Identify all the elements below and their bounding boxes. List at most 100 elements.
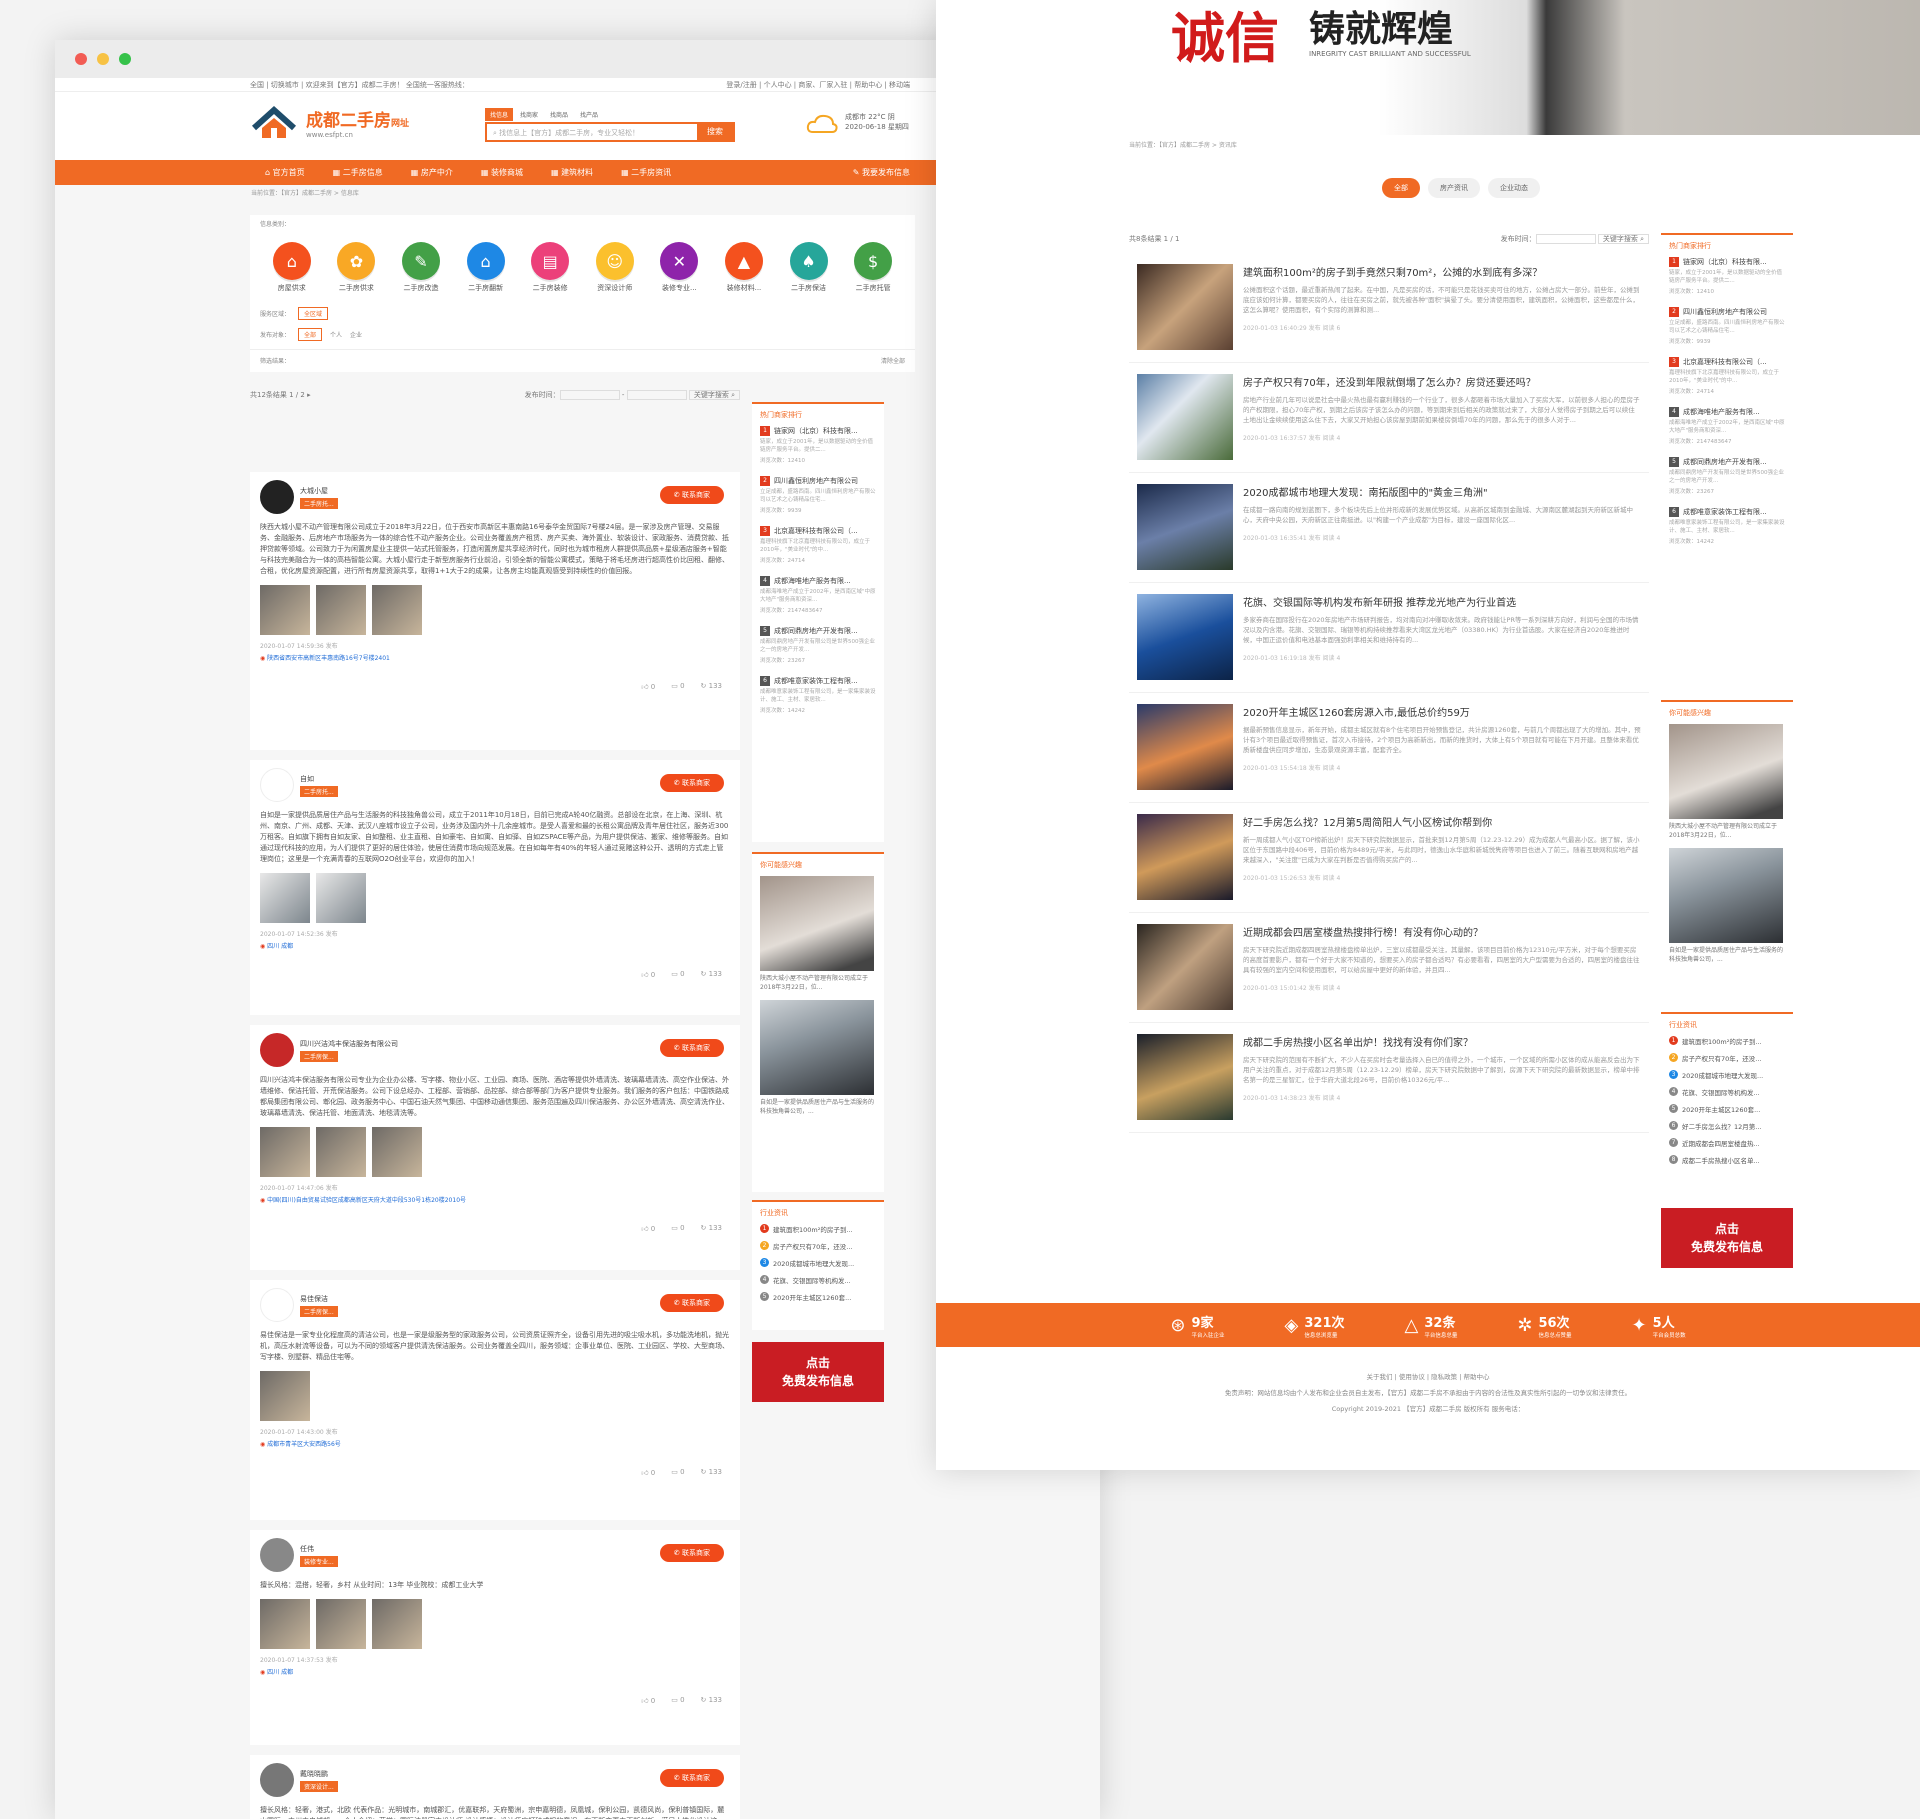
share-action[interactable]: ↻ 133 <box>701 1224 722 1233</box>
card-name[interactable]: 任伟 <box>300 1544 338 1554</box>
site-logo[interactable]: 成都二手房网址 www.esfpt.cn <box>250 102 409 142</box>
like-image-bedroom[interactable] <box>760 876 874 971</box>
right-result-count[interactable]: 共8条结果 1 / 1 <box>1129 234 1179 244</box>
like-image-office[interactable] <box>760 1000 874 1095</box>
industry-news-item[interactable]: 4 花旗、交银国际等机构发... <box>1669 1087 1785 1097</box>
nav-item-agency[interactable]: ▦ 房产中介 <box>411 167 453 178</box>
category-item[interactable]: ♠ 二手房保洁 <box>785 242 833 293</box>
avatar[interactable] <box>260 1538 294 1572</box>
comment-action[interactable]: ▭ 0 <box>671 1224 684 1233</box>
avatar[interactable] <box>260 1288 294 1322</box>
hot-merchant-item[interactable]: 5 成都同鼎房地产开发有限... 成都同鼎房地产开发有限公司是世界500强企业之一的… <box>760 626 876 664</box>
card-thumbnail[interactable] <box>316 1599 366 1649</box>
news-title[interactable]: 房子产权只有70年，还没到年限就倒塌了怎么办？房贷还要还吗？ <box>1243 374 1641 389</box>
news-title[interactable]: 建筑面积100m²的房子到手竟然只剩70m²，公摊的水到底有多深？ <box>1243 264 1641 279</box>
like-caption[interactable]: 自如是一家提供品质居住产品与生活服务的科技独角兽公司，... <box>1669 946 1785 964</box>
nav-publish[interactable]: ✎ 我要发布信息 <box>853 167 910 178</box>
news-item[interactable]: 2020开年主城区1260套房源入市,最低总价约59万 据最新预售信息显示，新年开… <box>1129 693 1649 803</box>
contact-button[interactable]: ✆ 联系商家 <box>659 1039 724 1057</box>
category-item[interactable]: ▤ 二手房装修 <box>526 242 574 293</box>
footer-links[interactable]: 关于我们 | 使用协议 | 隐私政策 | 帮助中心 <box>936 1369 1920 1385</box>
industry-news-item[interactable]: 5 2020开年主城区1260套... <box>760 1292 876 1302</box>
right-free-publish-button[interactable]: 点击 免费发布信息 <box>1661 1208 1793 1268</box>
card-thumbnail[interactable] <box>372 1599 422 1649</box>
like-action[interactable]: 👍︎ 0 <box>641 1468 655 1477</box>
news-item[interactable]: 2020成都城市地理大发现：南拓版图中的"黄金三角洲" 在成都一路向南的规划蓝图下… <box>1129 473 1649 583</box>
avatar[interactable] <box>260 1763 294 1797</box>
clear-all-link[interactable]: 清除全部 <box>881 356 905 365</box>
result-count[interactable]: 共12条结果 1 / 2 ▸ <box>250 390 311 400</box>
news-title[interactable]: 近期成都会四居室楼盘热搜排行榜！有没有你心动的？ <box>1243 924 1641 939</box>
news-item[interactable]: 房子产权只有70年，还没到年限就倒塌了怎么办？房贷还要还吗？ 房地产行业前几年可以… <box>1129 363 1649 473</box>
date-end-input[interactable] <box>626 390 687 400</box>
news-thumbnail[interactable] <box>1137 374 1233 460</box>
card-thumbnail[interactable] <box>372 1127 422 1177</box>
industry-news-item[interactable]: 6 好二手房怎么找？12月第... <box>1669 1121 1785 1131</box>
news-item[interactable]: 近期成都会四居室楼盘热搜排行榜！有没有你心动的？ 房天下研究院近期成都四居室热搜楼… <box>1129 913 1649 1023</box>
contact-button[interactable]: ✆ 联系商家 <box>659 486 724 504</box>
hot-merchant-item[interactable]: 6 成都唯意家装饰工程有限... 成都唯意家装饰工程有限公司，是一家集家装设计、施工… <box>1669 507 1785 545</box>
search-tab-goods[interactable]: 找商品 <box>545 108 573 121</box>
comment-action[interactable]: ▭ 0 <box>671 682 684 691</box>
card-location[interactable]: ◉ 中国(四川)自由贸易试验区成都高新区天府大道中段530号1栋20楼2010号 <box>260 1195 730 1204</box>
news-title[interactable]: 2020开年主城区1260套房源入市,最低总价约59万 <box>1243 704 1641 719</box>
search-tab-product[interactable]: 找产品 <box>575 108 603 121</box>
card-thumbnail[interactable] <box>260 1599 310 1649</box>
search-tab-merchant[interactable]: 找商家 <box>515 108 543 121</box>
publisher-person[interactable]: 个人 <box>330 330 342 339</box>
like-action[interactable]: 👍︎ 0 <box>641 1224 655 1233</box>
search-tab-info[interactable]: 找信息 <box>485 108 514 121</box>
nav-item-info[interactable]: ▦ 二手房信息 <box>333 167 383 178</box>
news-item[interactable]: 建筑面积100m²的房子到手竟然只剩70m²，公摊的水到底有多深？ 公摊面积这个话… <box>1129 253 1649 363</box>
news-title[interactable]: 2020成都城市地理大发现：南拓版图中的"黄金三角洲" <box>1243 484 1641 499</box>
date-start-input[interactable] <box>559 390 620 400</box>
card-name[interactable]: 大城小屋 <box>300 486 338 496</box>
hot-merchant-item[interactable]: 4 成都海唯地产服务有限... 成都海唯地产成立于2002年，是西南区域"中原大地产… <box>1669 407 1785 445</box>
news-title[interactable]: 成都二手房热搜小区名单出炉！找找有没有你们家？ <box>1243 1034 1641 1049</box>
like-action[interactable]: 👍︎ 0 <box>641 1696 655 1705</box>
industry-news-item[interactable]: 4 花旗、交银国际等机构发... <box>760 1275 876 1285</box>
industry-news-item[interactable]: 2 房子产权只有70年，还没... <box>1669 1053 1785 1063</box>
topbar-left[interactable]: 全国 | 切换城市 | 欢迎来到【官方】成都二手房！ 全国统一客服热线： <box>250 80 469 90</box>
comment-action[interactable]: ▭ 0 <box>671 1468 684 1477</box>
category-item[interactable]: ▲ 装修材料... <box>720 242 768 293</box>
publisher-all[interactable]: 全部 <box>298 328 323 341</box>
category-item[interactable]: $ 二手房托管 <box>849 242 897 293</box>
avatar[interactable] <box>260 768 294 802</box>
card-name[interactable]: 戴晓晓鹏 <box>300 1769 338 1779</box>
card-thumbnail[interactable] <box>260 585 310 635</box>
tab-property-news[interactable]: 房产资讯 <box>1428 178 1480 198</box>
keyword-input[interactable]: 关键字搜索 ⌕ <box>688 390 740 400</box>
news-thumbnail[interactable] <box>1137 814 1233 900</box>
category-item[interactable]: ⌂ 二手房翻新 <box>462 242 510 293</box>
news-thumbnail[interactable] <box>1137 924 1233 1010</box>
avatar[interactable] <box>260 1033 294 1067</box>
like-caption[interactable]: 自如是一家提供品质居住产品与生活服务的科技独角兽公司，... <box>760 1098 876 1116</box>
search-input[interactable]: ⌕ 找信息上【官方】成都二手房，专业又轻松！ <box>487 124 697 140</box>
card-location[interactable]: ◉ 四川 成都 <box>260 941 730 950</box>
like-image-bedroom[interactable] <box>1669 724 1783 819</box>
keyword-input[interactable]: 关键字搜索 ⌕ <box>1597 234 1649 244</box>
card-name[interactable]: 四川兴洁鸿丰保洁服务有限公司 <box>300 1039 398 1049</box>
contact-button[interactable]: ✆ 联系商家 <box>659 774 724 792</box>
news-thumbnail[interactable] <box>1137 484 1233 570</box>
industry-news-item[interactable]: 5 2020开年主城区1260套... <box>1669 1104 1785 1114</box>
news-thumbnail[interactable] <box>1137 1034 1233 1120</box>
industry-news-item[interactable]: 3 2020成都城市地理大发现... <box>1669 1070 1785 1080</box>
card-thumbnail[interactable] <box>316 873 366 923</box>
industry-news-item[interactable]: 3 2020成都城市地理大发现... <box>760 1258 876 1268</box>
news-title[interactable]: 花旗、交银国际等机构发布新年研报 推荐龙光地产为行业首选 <box>1243 594 1641 609</box>
share-action[interactable]: ↻ 133 <box>701 970 722 979</box>
comment-action[interactable]: ▭ 0 <box>671 970 684 979</box>
news-thumbnail[interactable] <box>1137 704 1233 790</box>
hot-merchant-item[interactable]: 1 链家网（北京）科技有限... 链家，成立于2001年，是以数据驱动的全价值链房产… <box>760 426 876 464</box>
area-chip[interactable]: 全区域 <box>298 307 329 320</box>
news-title[interactable]: 好二手房怎么找？12月第5周简阳人气小区榜试你帮到你 <box>1243 814 1641 829</box>
share-action[interactable]: ↻ 133 <box>701 1696 722 1705</box>
maximize-dot[interactable] <box>119 53 131 65</box>
nav-item-material[interactable]: ▦ 建筑材料 <box>551 167 593 178</box>
card-location[interactable]: ◉ 陕西省西安市高新区丰惠南路16号7号楼2401 <box>260 653 730 662</box>
card-location[interactable]: ◉ 成都市青羊区大安西路56号 <box>260 1439 730 1448</box>
news-thumbnail[interactable] <box>1137 264 1233 350</box>
close-dot[interactable] <box>75 53 87 65</box>
